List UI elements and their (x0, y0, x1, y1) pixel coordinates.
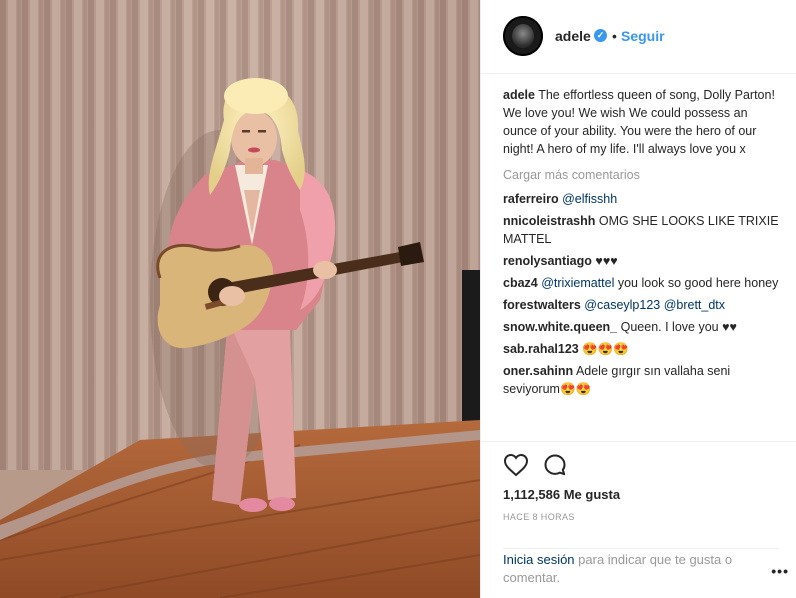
comment-item: renolysantiago ♥♥♥ (503, 252, 779, 270)
post-header: adele ✓ • Seguir (481, 0, 796, 74)
separator-dot: • (612, 28, 617, 44)
post-caption: adele The effortless queen of song, Doll… (503, 86, 779, 158)
header-username[interactable]: adele (555, 28, 591, 44)
heart-icon[interactable] (503, 453, 529, 477)
comment-text: you look so good here honey (614, 276, 779, 290)
comment-text: ♥♥♥ (591, 254, 618, 268)
avatar[interactable] (503, 16, 543, 56)
caption-text: The effortless queen of song, Dolly Part… (503, 88, 775, 156)
login-prompt: Inicia sesión para indicar que te gusta … (503, 548, 779, 585)
load-more-comments-button[interactable]: Cargar más comentarios (503, 166, 779, 184)
comment-item: oner.sahinn Adele gırgır sın vallaha sen… (503, 362, 779, 398)
comment-username[interactable]: oner.sahinn (503, 364, 573, 378)
comment-item: cbaz4 @trixiemattel you look so good her… (503, 274, 779, 292)
avatar-image (512, 24, 534, 48)
comment-mention[interactable]: @trixiemattel (541, 276, 614, 290)
post-sidebar: adele ✓ • Seguir adele The effortless qu… (480, 0, 796, 598)
follow-button[interactable]: Seguir (621, 28, 665, 44)
comment-icon[interactable] (543, 453, 567, 477)
comment-username[interactable]: renolysantiago (503, 254, 592, 268)
comment-mention[interactable]: @elfisshh (562, 192, 617, 206)
comment-username[interactable]: sab.rahal123 (503, 342, 579, 356)
caption-username[interactable]: adele (503, 88, 535, 102)
comment-username[interactable]: snow.white.queen_ (503, 320, 617, 334)
verified-icon: ✓ (594, 29, 607, 42)
post-timestamp: HACE 8 HORAS (503, 512, 575, 522)
photo-illustration (0, 0, 480, 598)
post-actions: 1,112,586 Me gusta HACE 8 HORAS Inicia s… (481, 441, 796, 598)
comment-username[interactable]: forestwalters (503, 298, 581, 312)
comment-username[interactable]: cbaz4 (503, 276, 538, 290)
comment-text: 😍😍😍 (578, 342, 629, 356)
more-options-button[interactable]: ••• (771, 563, 789, 579)
comment-item: raferreiro @elfisshh (503, 190, 779, 208)
comment-item: snow.white.queen_ Queen. I love you ♥♥ (503, 318, 779, 336)
comment-username[interactable]: nnicoleistrashh (503, 214, 595, 228)
comment-username[interactable]: raferreiro (503, 192, 559, 206)
likes-count[interactable]: 1,112,586 Me gusta (503, 487, 620, 502)
comment-text: Queen. I love you ♥♥ (617, 320, 737, 334)
post-photo[interactable] (0, 0, 480, 598)
comments-list[interactable]: adele The effortless queen of song, Doll… (503, 86, 779, 440)
comment-item: nnicoleistrashh OMG SHE LOOKS LIKE TRIXI… (503, 212, 779, 248)
login-link[interactable]: Inicia sesión (503, 552, 575, 567)
comment-item: sab.rahal123 😍😍😍 (503, 340, 779, 358)
comment-item: forestwalters @caseylp123 @brett_dtx (503, 296, 779, 314)
comment-mention[interactable]: @caseylp123 @brett_dtx (584, 298, 725, 312)
